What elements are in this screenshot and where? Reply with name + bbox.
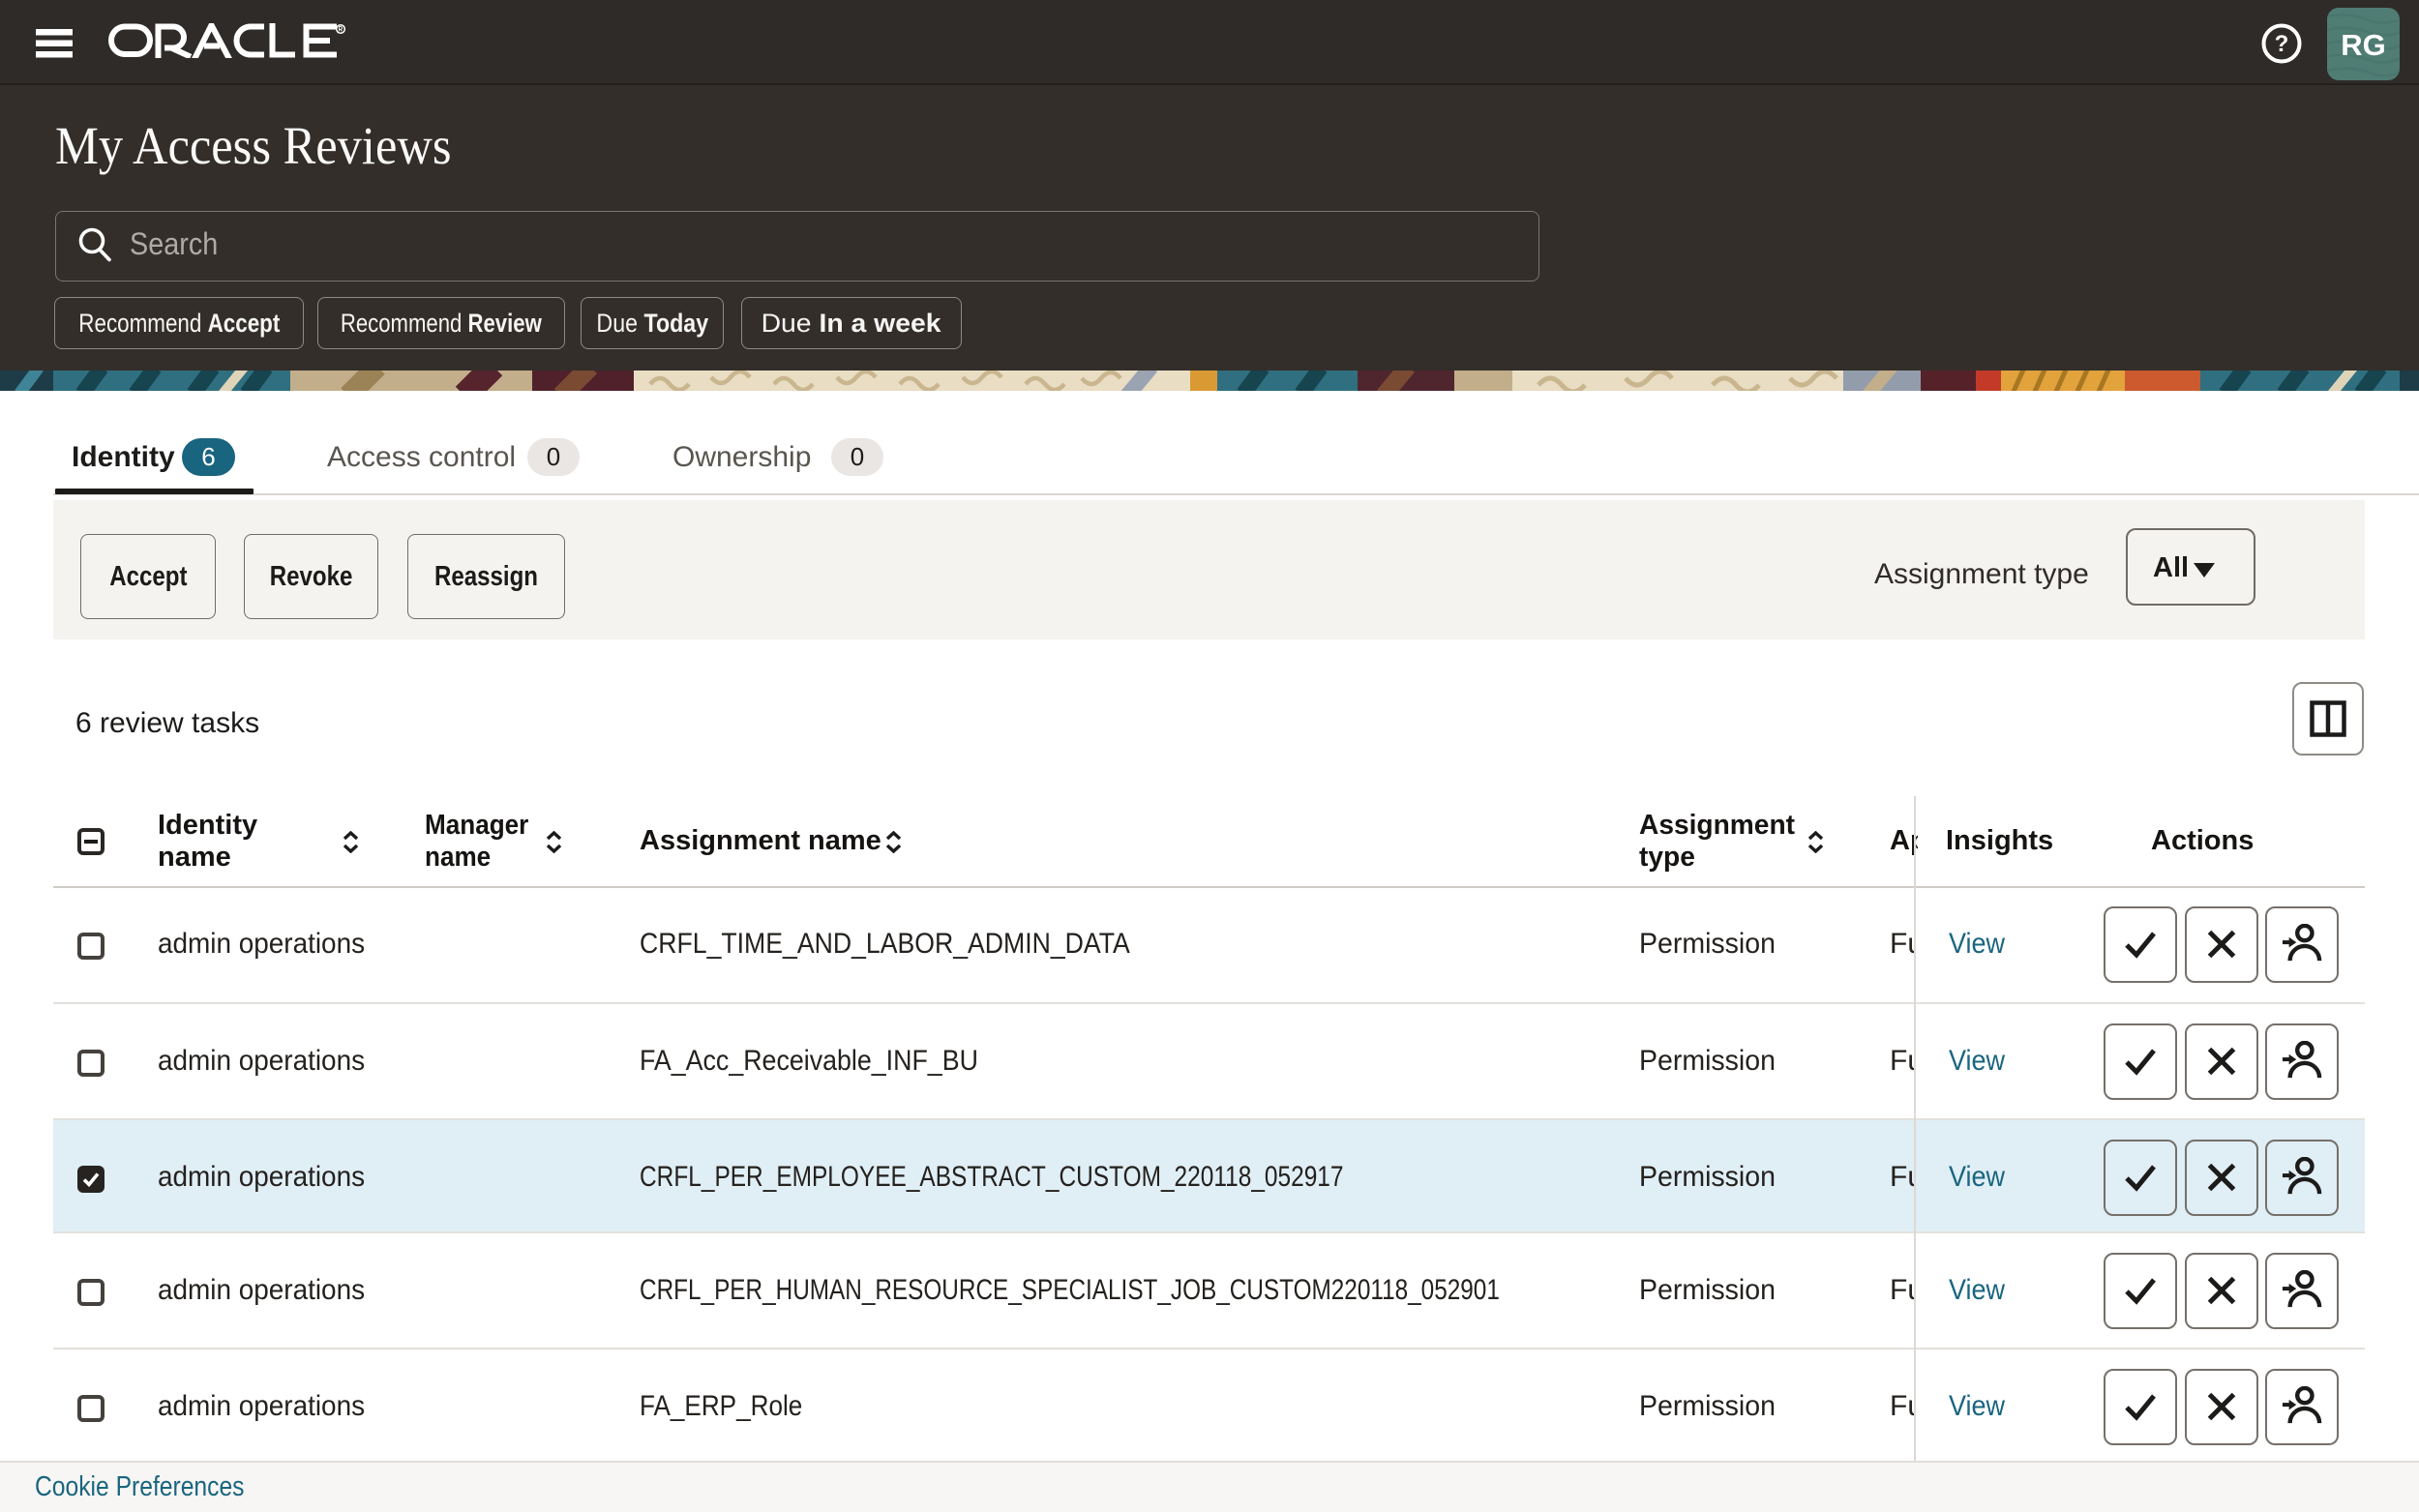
svg-text:?: ?: [2275, 31, 2289, 57]
